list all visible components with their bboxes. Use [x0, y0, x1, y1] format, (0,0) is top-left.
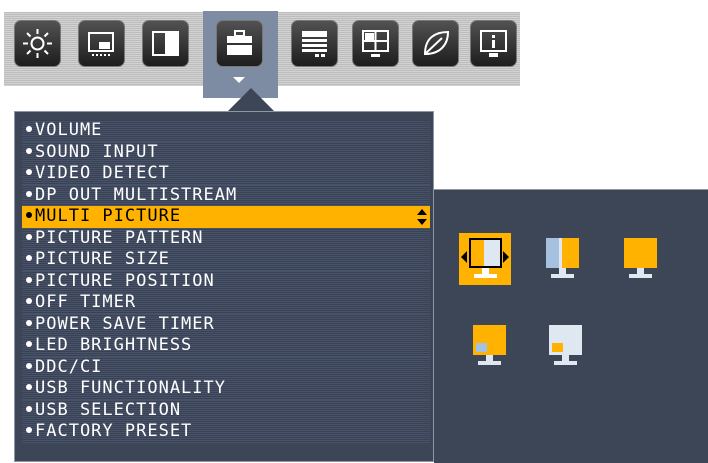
tab-eco[interactable]	[412, 20, 459, 67]
menu-item-picture-position[interactable]: PICTURE POSITION	[22, 270, 430, 292]
active-tab-pointer	[227, 88, 275, 112]
monitor-foot	[478, 361, 501, 365]
color-contrast-icon	[152, 31, 179, 56]
menu-item-usb-selection[interactable]: USB SELECTION	[22, 399, 430, 421]
menu-item-multi-picture[interactable]: MULTI PICTURE	[22, 206, 430, 228]
right-arrow-icon	[503, 251, 509, 263]
picture-in-picture-small-option[interactable]	[539, 320, 591, 372]
tab-picture[interactable]	[78, 20, 125, 67]
multi-picture-off-option[interactable]	[459, 233, 511, 285]
picture-by-picture-full-option[interactable]	[614, 233, 666, 285]
tab-tools[interactable]	[216, 20, 263, 67]
bullet-icon	[26, 405, 32, 412]
monitor-screen-icon	[473, 325, 506, 355]
monitor-foot	[551, 274, 574, 278]
monitor-screen-icon	[546, 238, 579, 268]
brightness-sun-icon	[23, 29, 52, 58]
menu-item-usb-functionality[interactable]: USB FUNCTIONALITY	[22, 378, 430, 400]
up-down-arrows-icon	[417, 209, 427, 225]
menu-item-off-timer[interactable]: OFF TIMER	[22, 292, 430, 314]
active-tab-caret	[233, 77, 245, 83]
monitor-foot	[629, 274, 652, 278]
monitor-screen-icon	[624, 238, 657, 268]
menu-item-video-detect[interactable]: VIDEO DETECT	[22, 163, 430, 185]
menu-item-ddc-ci[interactable]: DDC/CI	[22, 356, 430, 378]
bullet-icon	[26, 298, 32, 304]
bullet-icon	[26, 212, 32, 218]
bullet-icon	[26, 362, 32, 369]
menu-item-power-save-timer[interactable]: POWER SAVE TIMER	[22, 313, 430, 335]
menu-item-sound-input[interactable]: SOUND INPUT	[22, 141, 430, 163]
menu-item-factory-preset[interactable]: FACTORY PRESET	[22, 421, 430, 443]
bullet-icon	[26, 147, 32, 154]
eco-leaf-icon	[423, 30, 450, 56]
left-arrow-icon	[461, 251, 467, 263]
menu-item-led-brightness[interactable]: LED BRIGHTNESS	[22, 335, 430, 357]
monitor-foot	[554, 361, 577, 365]
multi-picture-submenu	[434, 189, 708, 463]
bullet-icon	[26, 341, 32, 347]
tab-information[interactable]	[470, 20, 517, 67]
bullet-icon	[26, 169, 32, 175]
tab-multi-screen[interactable]	[352, 20, 399, 67]
monitor-screen-icon	[549, 325, 582, 355]
menu-tools-icon	[302, 31, 327, 57]
tab-brightness[interactable]	[14, 20, 61, 67]
picture-by-picture-aspect-option[interactable]	[536, 233, 588, 285]
tab-color[interactable]	[142, 20, 189, 67]
bullet-icon	[26, 319, 32, 326]
multi-screen-icon	[362, 30, 389, 57]
bullet-icon	[26, 276, 32, 283]
picture-in-picture-bottom-left-option[interactable]	[463, 320, 515, 372]
tools-toolbox-icon	[227, 30, 252, 55]
bullet-icon	[26, 233, 32, 240]
information-icon	[480, 30, 507, 57]
menu-item-picture-pattern[interactable]: PICTURE PATTERN	[22, 227, 430, 249]
bullet-icon	[26, 427, 32, 433]
bullet-icon	[26, 126, 32, 132]
tab-menu-tools[interactable]	[291, 20, 338, 67]
menu-item-dp-out-multistream[interactable]: DP OUT MULTISTREAM	[22, 184, 430, 206]
tools-menu-panel: VOLUME SOUND INPUT VIDEO DETECT DP OUT M…	[14, 111, 434, 462]
bullet-icon	[26, 190, 32, 197]
tools-menu-list: VOLUME SOUND INPUT VIDEO DETECT DP OUT M…	[22, 120, 430, 443]
picture-adjust-icon	[88, 32, 114, 56]
menu-item-volume[interactable]: VOLUME	[22, 120, 430, 142]
bullet-icon	[26, 255, 32, 261]
monitor-foot	[474, 274, 497, 278]
menu-item-picture-size[interactable]: PICTURE SIZE	[22, 249, 430, 271]
monitor-screen-icon	[469, 238, 502, 268]
bullet-icon	[26, 384, 32, 390]
